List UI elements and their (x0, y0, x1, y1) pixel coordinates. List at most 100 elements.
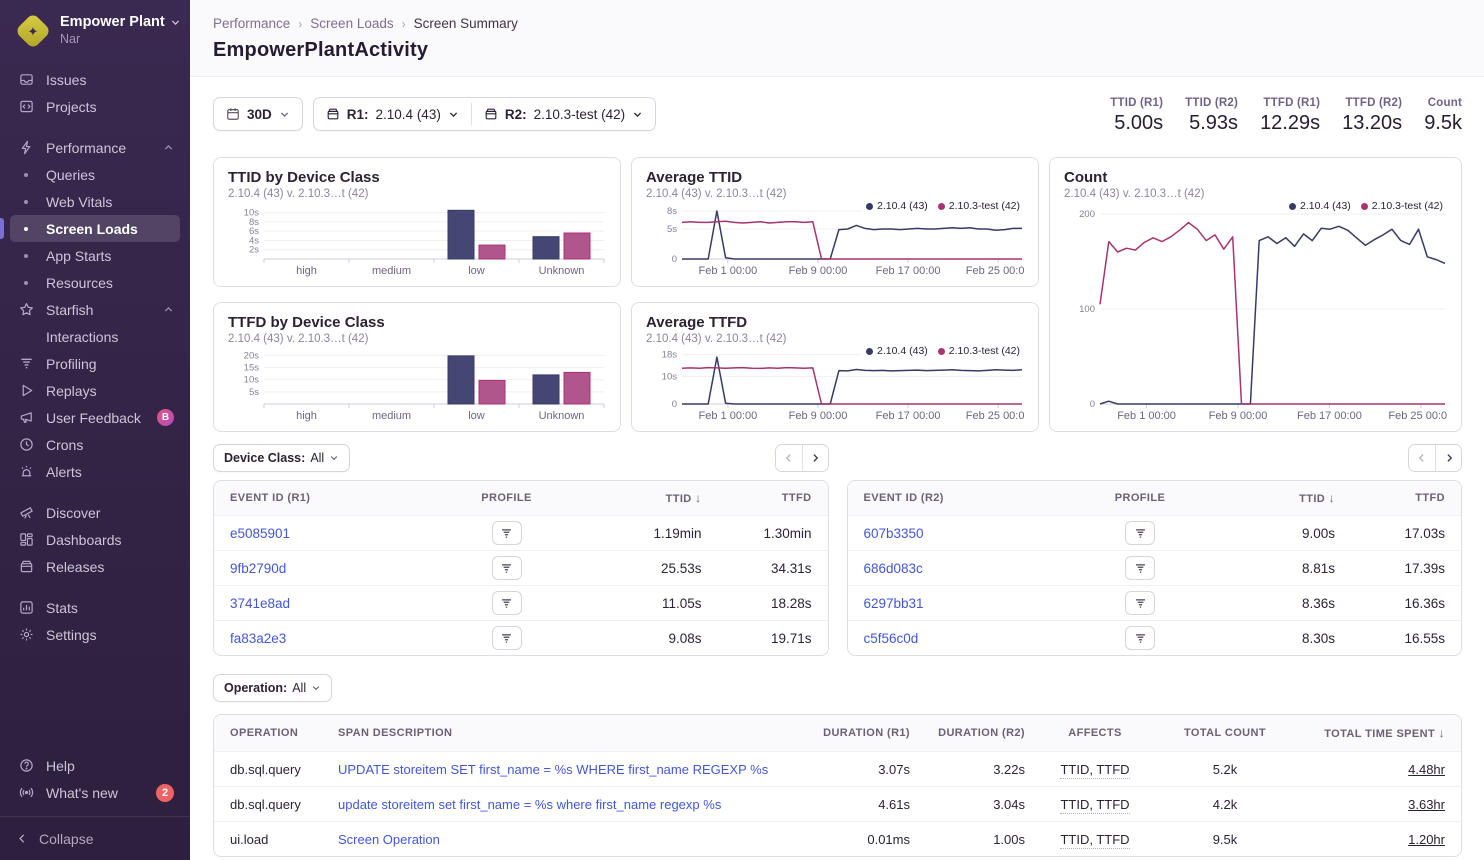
total-count-value: 5.2k (1165, 762, 1285, 777)
profile-button[interactable] (1125, 556, 1155, 580)
legend-item[interactable]: 2.10.3-test (42) (1361, 200, 1443, 212)
profile-button[interactable] (492, 591, 522, 615)
sidebar-item-discover[interactable]: Discover (10, 499, 180, 526)
breadcrumb-performance[interactable]: Performance (213, 16, 290, 31)
legend-item[interactable]: 2.10.4 (43) (866, 200, 928, 212)
event-id-link[interactable]: fa83a2e3 (230, 631, 462, 646)
sidebar-item-screen-loads[interactable]: Screen Loads (10, 215, 180, 242)
chevron-down-icon (279, 109, 290, 120)
sidebar-item-replays[interactable]: Replays (10, 377, 180, 404)
sidebar-item-whats-new[interactable]: What's new 2 (10, 779, 180, 806)
chart-card-ttid-device: TTID by Device Class 2.10.4 (43) v. 2.10… (213, 157, 621, 287)
sidebar-item-projects[interactable]: Projects (10, 93, 180, 120)
sidebar-item-crons[interactable]: Crons (10, 431, 180, 458)
release-r2-dropdown[interactable]: R2: 2.10.3-test (42) (472, 98, 655, 130)
device-class-label: Device Class: (224, 451, 305, 465)
sidebar-item-releases[interactable]: Releases (10, 553, 180, 580)
chart-canvas: 0100200Feb 1 00:00Feb 9 00:00Feb 17 00:0… (1064, 200, 1447, 423)
chart-legend: 2.10.4 (43) 2.10.3-test (42) (1285, 200, 1443, 212)
sidebar-item-issues[interactable]: Issues (10, 66, 180, 93)
column-header-total-count[interactable]: TOTAL COUNT (1165, 727, 1285, 739)
sidebar-item-performance[interactable]: Performance (10, 134, 180, 161)
svg-text:Feb 25 00:00: Feb 25 00:00 (966, 410, 1024, 422)
event-id-link[interactable]: e5085901 (230, 526, 462, 541)
sidebar-item-user-feedback[interactable]: User Feedback B (10, 404, 180, 431)
svg-text:8s: 8s (667, 206, 677, 217)
event-id-link[interactable]: 9fb2790d (230, 561, 462, 576)
sidebar-item-interactions[interactable]: Interactions (10, 323, 180, 350)
previous-page-button[interactable] (1409, 445, 1435, 471)
release-r1-dropdown[interactable]: R1: 2.10.4 (43) (314, 98, 471, 130)
previous-page-button[interactable] (776, 445, 802, 471)
span-description-link[interactable]: UPDATE storeitem SET first_name = %s WHE… (338, 762, 795, 777)
total-time-spent-link[interactable]: 3.63hr (1408, 797, 1445, 812)
breadcrumb-screen-loads[interactable]: Screen Loads (310, 16, 393, 31)
profiling-icon (16, 356, 36, 371)
ttfd-value: 16.55s (1335, 631, 1445, 646)
legend-item[interactable]: 2.10.4 (43) (866, 345, 928, 357)
profile-button[interactable] (1125, 591, 1155, 615)
event-id-link[interactable]: 607b3350 (864, 526, 1096, 541)
profile-button[interactable] (1125, 521, 1155, 545)
column-header-duration-r1[interactable]: DURATION (R1) (795, 727, 910, 739)
device-class-dropdown[interactable]: Device Class: All (213, 444, 350, 472)
profiling-icon (500, 632, 513, 645)
sidebar-item-resources[interactable]: Resources (10, 269, 180, 296)
column-header-ttid[interactable]: TTID ↓ (1185, 491, 1335, 505)
table-row: 9fb2790d 25.53s 34.31s (214, 550, 828, 585)
legend-item[interactable]: 2.10.4 (43) (1289, 200, 1351, 212)
bullet-icon (16, 173, 36, 177)
sidebar-item-alerts[interactable]: Alerts (10, 458, 180, 485)
next-page-button[interactable] (1435, 445, 1461, 471)
sidebar-item-app-starts[interactable]: App Starts (10, 242, 180, 269)
column-header-profile: PROFILE (1095, 492, 1185, 504)
svg-text:Feb 1 00:00: Feb 1 00:00 (699, 410, 758, 422)
svg-text:Feb 25 00:00: Feb 25 00:00 (966, 265, 1024, 277)
column-header-ttid[interactable]: TTID ↓ (552, 491, 702, 505)
column-header-total-time-spent[interactable]: TOTAL TIME SPENT ↓ (1285, 726, 1445, 740)
collapse-label: Collapse (39, 831, 93, 847)
sidebar-item-queries[interactable]: Queries (10, 161, 180, 188)
legend-item[interactable]: 2.10.3-test (42) (938, 200, 1020, 212)
profile-button[interactable] (492, 556, 522, 580)
legend-item[interactable]: 2.10.3-test (42) (938, 345, 1020, 357)
event-id-link[interactable]: 686d083c (864, 561, 1096, 576)
sidebar-item-settings[interactable]: Settings (10, 621, 180, 648)
column-header-ttfd[interactable]: TTFD (1335, 492, 1445, 504)
span-description-link[interactable]: update storeitem set first_name = %s whe… (338, 797, 795, 812)
legend-dot-icon (866, 203, 873, 210)
column-header-duration-r2[interactable]: DURATION (R2) (910, 727, 1025, 739)
column-header-ttfd[interactable]: TTFD (702, 492, 812, 504)
sidebar-item-help[interactable]: Help (10, 752, 180, 779)
duration-r1-value: 0.01ms (795, 832, 910, 847)
chart-legend: 2.10.4 (43) 2.10.3-test (42) (862, 200, 1020, 212)
total-time-spent-link[interactable]: 1.20hr (1408, 832, 1445, 847)
bullet-icon (16, 227, 36, 231)
profile-button[interactable] (492, 626, 522, 650)
sidebar-item-starfish[interactable]: Starfish (10, 296, 180, 323)
operation-dropdown[interactable]: Operation: All (213, 674, 332, 702)
profile-button[interactable] (492, 521, 522, 545)
span-description-link[interactable]: Screen Operation (338, 832, 795, 847)
sidebar-item-stats[interactable]: Stats (10, 594, 180, 621)
svg-text:0: 0 (672, 399, 677, 410)
sidebar-collapse-button[interactable]: Collapse (0, 816, 190, 860)
chart-card-count: Count 2.10.4 (43) v. 2.10.3…t (42) 01002… (1049, 157, 1462, 432)
sidebar-item-profiling[interactable]: Profiling (10, 350, 180, 377)
total-time-spent-link[interactable]: 4.48hr (1408, 762, 1445, 777)
org-switcher[interactable]: ✦ Empower Plant Nar (0, 0, 190, 58)
stat-count: Count9.5k (1424, 97, 1462, 135)
svg-text:medium: medium (372, 410, 411, 422)
event-id-link[interactable]: c5f56c0d (864, 631, 1096, 646)
sidebar-item-dashboards[interactable]: Dashboards (10, 526, 180, 553)
megaphone-icon (16, 410, 36, 425)
chart-subtitle: 2.10.4 (43) v. 2.10.3…t (42) (228, 333, 606, 345)
date-range-dropdown[interactable]: 30D (213, 97, 303, 131)
event-id-link[interactable]: 6297bb31 (864, 596, 1096, 611)
affects-value: TTID, TTFD (1060, 832, 1129, 849)
sidebar-item-web-vitals[interactable]: Web Vitals (10, 188, 180, 215)
next-page-button[interactable] (802, 445, 828, 471)
table-row: 6297bb31 8.36s 16.36s (848, 585, 1462, 620)
profile-button[interactable] (1125, 626, 1155, 650)
event-id-link[interactable]: 3741e8ad (230, 596, 462, 611)
